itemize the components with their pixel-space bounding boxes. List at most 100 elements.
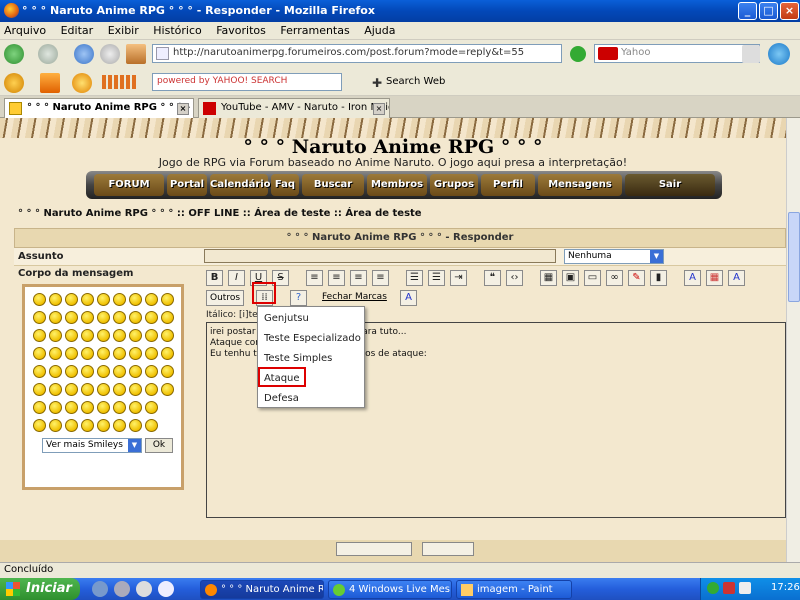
menu-favoritos[interactable]: Favoritos	[216, 24, 266, 37]
smiley-icon[interactable]	[49, 329, 62, 342]
outros-button[interactable]: Outros	[206, 290, 245, 306]
smiley-icon[interactable]	[145, 329, 158, 342]
smiley-icon[interactable]	[81, 311, 94, 324]
nav-mensagens[interactable]: Mensagens	[538, 174, 622, 196]
quicklaunch-ie-icon[interactable]	[158, 581, 174, 597]
tray-shield-icon[interactable]	[723, 582, 735, 594]
quicklaunch-icon[interactable]	[114, 581, 130, 597]
list-number-icon[interactable]: ☰	[428, 270, 445, 286]
help-icon[interactable]: ?	[290, 290, 307, 306]
ok-button[interactable]: Ok	[145, 438, 173, 453]
smiley-icon[interactable]	[97, 401, 110, 414]
smiley-icon[interactable]	[33, 329, 46, 342]
smiley-icon[interactable]	[33, 311, 46, 324]
smiley-icon[interactable]	[49, 365, 62, 378]
submit-button[interactable]	[422, 542, 474, 556]
smiley-icon[interactable]	[33, 383, 46, 396]
smiley-icon[interactable]	[97, 311, 110, 324]
smiley-icon[interactable]	[97, 347, 110, 360]
menu-historico[interactable]: Histórico	[153, 24, 201, 37]
smiley-icon[interactable]	[65, 347, 78, 360]
close-tab-icon[interactable]: ×	[373, 103, 385, 115]
smiley-icon[interactable]	[97, 365, 110, 378]
close-tab-icon[interactable]: ×	[177, 103, 189, 115]
taskbar-item-paint[interactable]: imagem - Paint	[456, 580, 572, 599]
align-center-icon[interactable]: ≡	[328, 270, 345, 286]
smiley-icon[interactable]	[97, 419, 110, 432]
smiley-icon[interactable]	[129, 365, 142, 378]
smiley-icon[interactable]	[65, 311, 78, 324]
smiley-icon[interactable]	[113, 419, 126, 432]
menu-ajuda[interactable]: Ajuda	[364, 24, 395, 37]
video-icon[interactable]: ▮	[650, 270, 667, 286]
up-arrow-icon[interactable]	[40, 73, 60, 93]
dropdown-item-defesa[interactable]: Defesa	[264, 393, 299, 404]
taskbar-item-messenger[interactable]: 4 Windows Live Mes...	[328, 580, 452, 599]
smiley-icon[interactable]	[161, 311, 174, 324]
color-icon[interactable]: ▦	[706, 270, 723, 286]
smiley-icon[interactable]	[113, 347, 126, 360]
nav-buscar[interactable]: Buscar	[302, 174, 364, 196]
search-icon[interactable]	[742, 45, 760, 63]
smiley-icon[interactable]	[161, 383, 174, 396]
indent-icon[interactable]: ⇥	[450, 270, 467, 286]
smiley-icon[interactable]	[65, 401, 78, 414]
smiley-icon[interactable]	[49, 401, 62, 414]
search-input[interactable]: Yahoo	[594, 44, 760, 63]
stop-icon[interactable]	[100, 44, 120, 64]
align-right-icon[interactable]: ≡	[350, 270, 367, 286]
smiley-icon[interactable]	[65, 293, 78, 306]
skype-icon[interactable]	[768, 43, 790, 65]
smiley-icon[interactable]	[33, 365, 46, 378]
smiley-icon[interactable]	[129, 311, 142, 324]
address-bar[interactable]: http://narutoanimerpg.forumeiros.com/pos…	[152, 44, 562, 63]
scrollbar-thumb[interactable]	[788, 212, 800, 302]
smiley-icon[interactable]	[49, 383, 62, 396]
flash-icon[interactable]: ✎	[628, 270, 645, 286]
smiley-icon[interactable]	[81, 293, 94, 306]
dropdown-item-teste-especializado[interactable]: Teste Especializado	[264, 333, 361, 344]
fechar-marcas-link[interactable]: Fechar Marcas	[322, 292, 387, 302]
smiley-icon[interactable]	[129, 329, 142, 342]
yahoo-menu-icon[interactable]	[4, 73, 24, 93]
smiley-icon[interactable]	[113, 311, 126, 324]
smiley-icon[interactable]	[81, 365, 94, 378]
nav-calendario[interactable]: Calendário	[210, 174, 271, 196]
back-icon[interactable]	[4, 44, 24, 64]
smiley-icon[interactable]	[145, 365, 158, 378]
quicklaunch-desktop-icon[interactable]	[92, 581, 108, 597]
smiley-icon[interactable]	[129, 347, 142, 360]
align-left-icon[interactable]: ≡	[306, 270, 323, 286]
font-size-icon[interactable]: A	[728, 270, 745, 286]
smiley-icon[interactable]	[145, 419, 158, 432]
reload-icon[interactable]	[74, 44, 94, 64]
menu-ferramentas[interactable]: Ferramentas	[280, 24, 349, 37]
smiley-icon[interactable]	[49, 347, 62, 360]
smiley-icon[interactable]	[161, 365, 174, 378]
smiley-icon[interactable]	[145, 347, 158, 360]
smiley-icon[interactable]	[113, 401, 126, 414]
menu-arquivo[interactable]: Arquivo	[4, 24, 46, 37]
smiley-icon[interactable]	[129, 419, 142, 432]
smiley-icon[interactable]	[65, 419, 78, 432]
close-button[interactable]: ×	[780, 2, 799, 20]
smiley-icon[interactable]	[161, 347, 174, 360]
tray-icon[interactable]	[707, 582, 719, 594]
smiley-icon[interactable]	[81, 419, 94, 432]
smiley-icon[interactable]	[113, 293, 126, 306]
maximize-button[interactable]: □	[759, 2, 778, 20]
nav-grupos[interactable]: Grupos	[430, 174, 478, 196]
breadcrumb[interactable]: ° ° ° Naruto Anime RPG ° ° ° :: OFF LINE…	[18, 208, 422, 219]
nav-faq[interactable]: Faq	[271, 174, 299, 196]
menu-editar[interactable]: Editar	[61, 24, 94, 37]
smiley-icon[interactable]	[129, 383, 142, 396]
window-titlebar[interactable]: ° ° ° Naruto Anime RPG ° ° ° - Responder…	[0, 0, 800, 22]
code-icon[interactable]: ‹›	[506, 270, 523, 286]
smiley-icon[interactable]	[113, 365, 126, 378]
hr-icon[interactable]: ▭	[584, 270, 601, 286]
smiley-icon[interactable]	[113, 383, 126, 396]
forward-icon[interactable]	[38, 44, 58, 64]
nav-sair[interactable]: Sair	[625, 174, 715, 196]
smiley-select[interactable]: Ver mais Smileys ▼	[42, 438, 142, 453]
smiley-icon[interactable]	[33, 419, 46, 432]
